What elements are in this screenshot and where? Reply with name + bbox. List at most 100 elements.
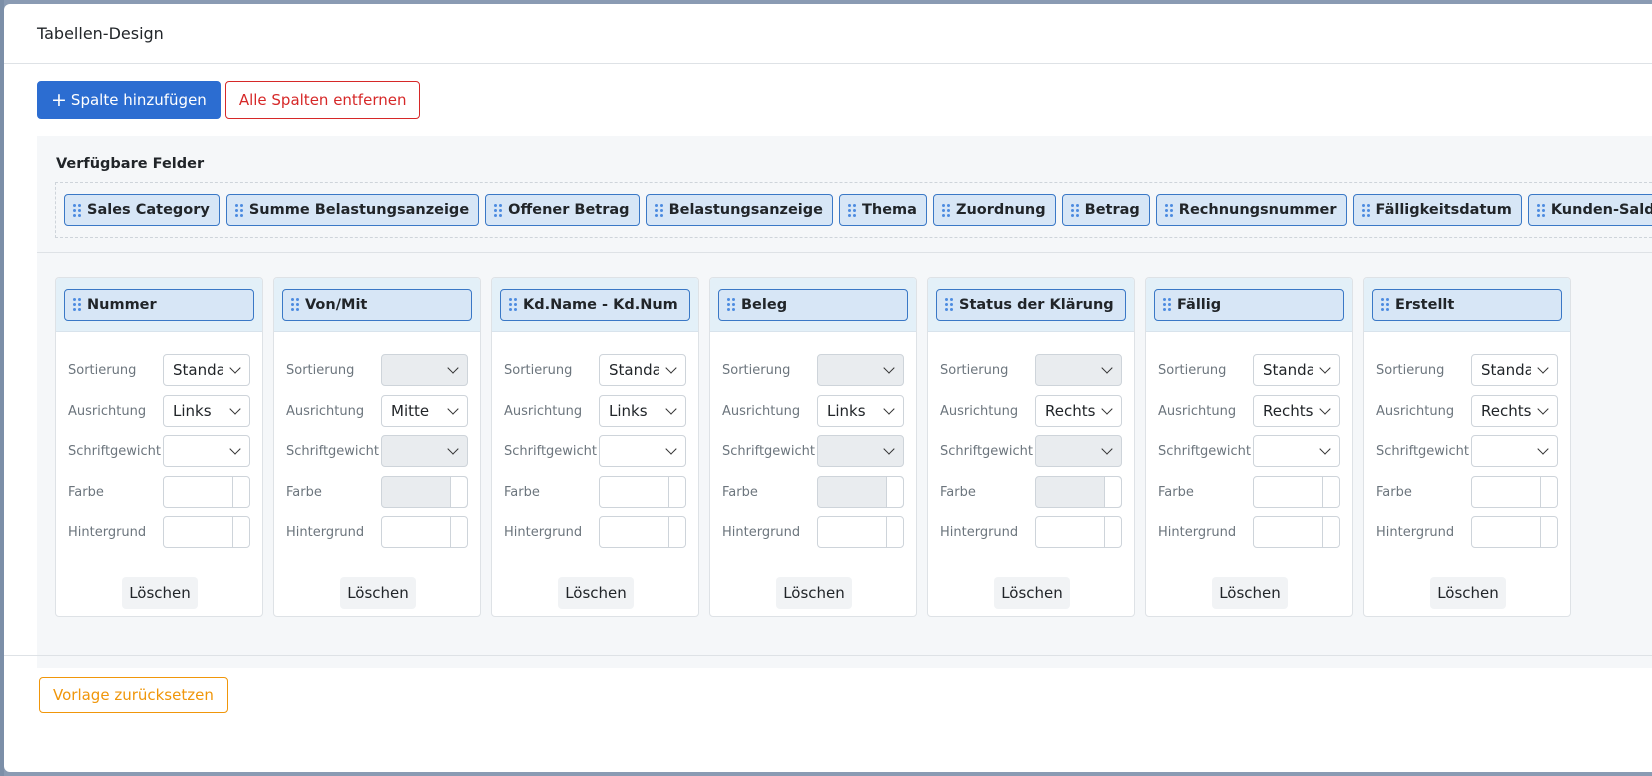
color-value-field[interactable] — [1472, 477, 1540, 507]
drag-handle-icon[interactable] — [73, 298, 81, 311]
background-input[interactable] — [599, 516, 686, 548]
color-input[interactable] — [1035, 476, 1122, 508]
column-chip[interactable]: Beleg — [718, 288, 908, 321]
color-input[interactable] — [817, 476, 904, 508]
font-weight-select[interactable] — [163, 435, 250, 467]
font-weight-select[interactable] — [1253, 435, 1340, 467]
column-chip[interactable]: Nummer — [64, 288, 254, 321]
available-field-chip[interactable]: Zuordnung — [932, 194, 1056, 226]
color-value-field[interactable] — [382, 477, 450, 507]
delete-column-button[interactable]: Löschen — [1212, 577, 1288, 609]
drag-handle-icon[interactable] — [73, 203, 81, 217]
drag-handle-icon[interactable] — [494, 203, 503, 217]
available-field-chip[interactable]: Sales Category — [64, 194, 220, 226]
color-picker-swatch[interactable] — [668, 517, 685, 547]
color-picker-swatch[interactable] — [1104, 517, 1121, 547]
background-input[interactable] — [1253, 516, 1340, 548]
available-field-chip[interactable]: Thema — [839, 194, 927, 226]
drag-handle-icon[interactable] — [727, 298, 735, 311]
available-fields-dropzone[interactable]: Sales Category Summe Belastungsanzeige Off… — [55, 182, 1652, 238]
color-picker-swatch[interactable] — [1322, 477, 1339, 507]
align-select[interactable]: Rechts — [1035, 395, 1122, 427]
color-value-field[interactable] — [1036, 517, 1104, 547]
drag-handle-icon[interactable] — [945, 298, 953, 311]
background-input[interactable] — [1471, 516, 1558, 548]
delete-column-button[interactable]: Löschen — [776, 577, 852, 609]
color-picker-swatch[interactable] — [232, 517, 249, 547]
drag-handle-icon[interactable] — [234, 203, 243, 217]
remove-all-columns-button[interactable]: Alle Spalten entfernen — [224, 81, 421, 119]
align-select[interactable]: Rechts — [1253, 395, 1340, 427]
color-value-field[interactable] — [382, 517, 450, 547]
color-value-field[interactable] — [1254, 517, 1322, 547]
drag-handle-icon[interactable] — [1164, 203, 1173, 217]
sort-select[interactable] — [817, 354, 904, 386]
drag-handle-icon[interactable] — [509, 298, 517, 311]
drag-handle-icon[interactable] — [1163, 298, 1171, 311]
color-picker-swatch[interactable] — [668, 477, 685, 507]
font-weight-select[interactable] — [1471, 435, 1558, 467]
available-field-chip[interactable]: Fälligkeitsdatum — [1352, 194, 1522, 226]
delete-column-button[interactable]: Löschen — [340, 577, 416, 609]
drag-handle-icon[interactable] — [654, 203, 663, 217]
column-chip[interactable]: Von/Mit — [282, 288, 472, 321]
font-weight-select[interactable] — [1035, 435, 1122, 467]
background-input[interactable] — [381, 516, 468, 548]
font-weight-select[interactable] — [599, 435, 686, 467]
font-weight-select[interactable] — [381, 435, 468, 467]
drag-handle-icon[interactable] — [291, 298, 299, 311]
align-select[interactable]: Links — [163, 395, 250, 427]
drag-handle-icon[interactable] — [941, 203, 950, 217]
color-picker-swatch[interactable] — [1540, 517, 1557, 547]
color-picker-swatch[interactable] — [450, 517, 467, 547]
add-column-button[interactable]: + Spalte hinzufügen — [37, 81, 221, 119]
color-value-field[interactable] — [818, 517, 886, 547]
color-picker-swatch[interactable] — [1540, 477, 1557, 507]
background-input[interactable] — [1035, 516, 1122, 548]
color-input[interactable] — [1471, 476, 1558, 508]
available-field-chip[interactable]: Betrag — [1061, 194, 1150, 226]
delete-column-button[interactable]: Löschen — [122, 577, 198, 609]
align-select[interactable]: Mitte — [381, 395, 468, 427]
color-input[interactable] — [381, 476, 468, 508]
color-picker-swatch[interactable] — [886, 517, 903, 547]
color-input[interactable] — [163, 476, 250, 508]
sort-select[interactable] — [1035, 354, 1122, 386]
color-picker-swatch[interactable] — [1322, 517, 1339, 547]
color-input[interactable] — [1253, 476, 1340, 508]
align-select[interactable]: Links — [599, 395, 686, 427]
column-chip[interactable]: Erstellt — [1372, 288, 1562, 321]
column-chip[interactable]: Kd.Name - Kd.Num — [500, 288, 690, 321]
available-field-chip[interactable]: Summe Belastungsanzeige — [225, 194, 480, 226]
delete-column-button[interactable]: Löschen — [1430, 577, 1506, 609]
drag-handle-icon[interactable] — [848, 203, 856, 217]
drag-handle-icon[interactable] — [1361, 203, 1370, 217]
reset-template-button[interactable]: Vorlage zurücksetzen — [39, 677, 228, 713]
color-value-field[interactable] — [600, 517, 668, 547]
available-field-chip[interactable]: Belastungsanzeige — [645, 194, 833, 226]
drag-handle-icon[interactable] — [1070, 203, 1079, 217]
color-picker-swatch[interactable] — [886, 477, 903, 507]
color-value-field[interactable] — [1254, 477, 1322, 507]
background-input[interactable] — [163, 516, 250, 548]
drag-handle-icon[interactable] — [1536, 203, 1545, 217]
color-input[interactable] — [599, 476, 686, 508]
sort-select[interactable]: Standard — [1471, 354, 1558, 386]
color-value-field[interactable] — [1036, 477, 1104, 507]
color-picker-swatch[interactable] — [1104, 477, 1121, 507]
color-value-field[interactable] — [164, 517, 232, 547]
align-select[interactable]: Links — [817, 395, 904, 427]
sort-select[interactable] — [381, 354, 468, 386]
delete-column-button[interactable]: Löschen — [994, 577, 1070, 609]
align-select[interactable]: Rechts — [1471, 395, 1558, 427]
color-value-field[interactable] — [818, 477, 886, 507]
color-value-field[interactable] — [600, 477, 668, 507]
available-field-chip[interactable]: Kunden-Saldo — [1527, 194, 1652, 226]
available-field-chip[interactable]: Offener Betrag — [485, 194, 640, 226]
delete-column-button[interactable]: Löschen — [558, 577, 634, 609]
available-field-chip[interactable]: Rechnungsnummer — [1155, 194, 1347, 226]
color-value-field[interactable] — [164, 477, 232, 507]
background-input[interactable] — [817, 516, 904, 548]
drag-handle-icon[interactable] — [1381, 298, 1389, 311]
sort-select[interactable]: Standard — [1253, 354, 1340, 386]
